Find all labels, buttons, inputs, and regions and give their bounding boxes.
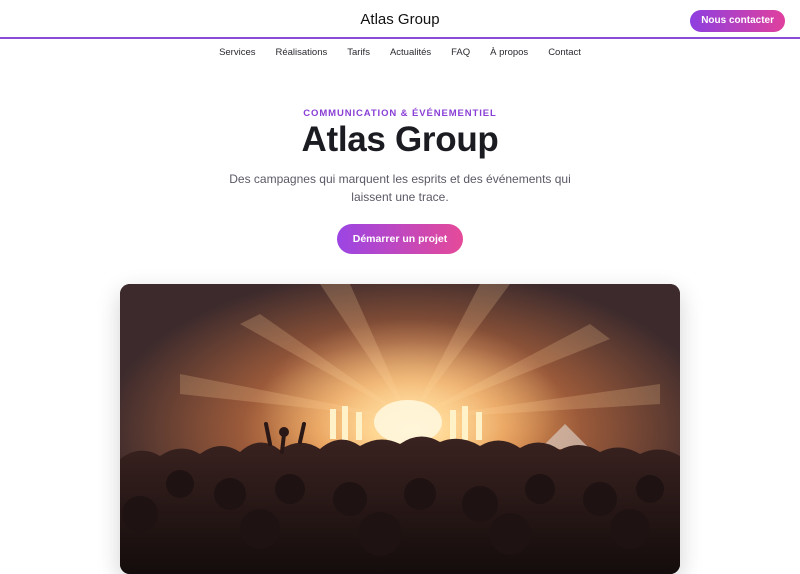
- nav-item-actualites[interactable]: Actualités: [390, 47, 431, 58]
- nav-item-services[interactable]: Services: [219, 47, 255, 58]
- hero-eyebrow: COMMUNICATION & ÉVÉNEMENTIEL: [303, 108, 497, 119]
- hero-title: Atlas Group: [301, 120, 499, 159]
- hero-subtitle: Des campagnes qui marquent les esprits e…: [229, 172, 571, 204]
- top-bar: Atlas Group Nous contacter: [0, 0, 800, 39]
- nav-item-tarifs[interactable]: Tarifs: [347, 47, 370, 58]
- hero-image: [120, 284, 680, 574]
- brand-name[interactable]: Atlas Group: [0, 11, 800, 28]
- nav-item-contact[interactable]: Contact: [548, 47, 581, 58]
- nav-item-a-propos[interactable]: À propos: [490, 47, 528, 58]
- nav-item-realisations[interactable]: Réalisations: [276, 47, 328, 58]
- start-project-button[interactable]: Démarrer un projet: [337, 224, 463, 254]
- main-nav: Services Réalisations Tarifs Actualités …: [0, 47, 800, 58]
- concert-photo-icon: [120, 284, 680, 574]
- contact-button[interactable]: Nous contacter: [690, 10, 785, 32]
- nav-item-faq[interactable]: FAQ: [451, 47, 470, 58]
